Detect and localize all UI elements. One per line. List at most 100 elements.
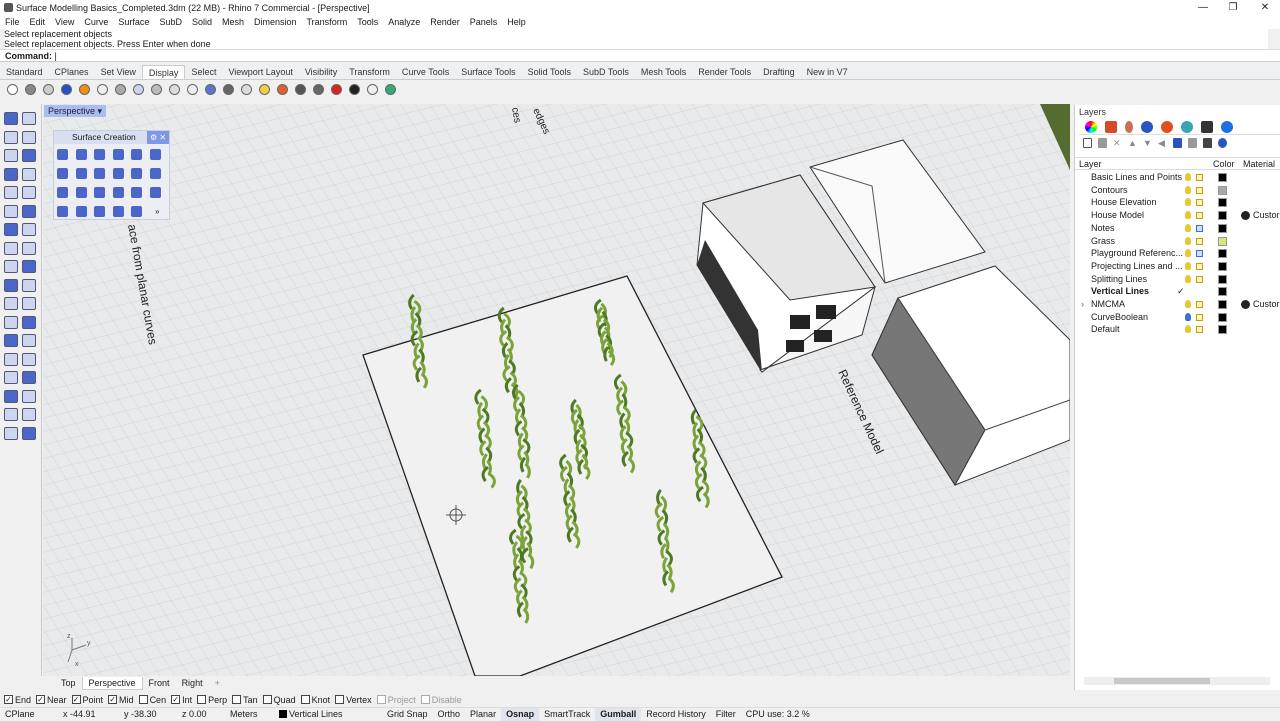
surface-tool-icon[interactable] <box>113 187 124 198</box>
layer-row[interactable]: Default <box>1075 323 1280 336</box>
surface-tool-icon[interactable] <box>94 149 105 160</box>
light-bulb-icon[interactable] <box>1185 313 1191 321</box>
minimize-button[interactable]: — <box>1188 0 1218 15</box>
tool-button-icon[interactable] <box>4 205 18 218</box>
tool-button-icon[interactable] <box>22 131 36 144</box>
tool-button-icon[interactable] <box>22 353 36 366</box>
layer-name[interactable]: CurveBoolean <box>1091 311 1148 323</box>
menu-analyze[interactable]: Analyze <box>383 15 425 29</box>
osnap-toggle[interactable]: Osnap <box>501 708 539 721</box>
environment-icon[interactable] <box>292 81 308 97</box>
checkbox-icon[interactable] <box>197 695 206 704</box>
checkbox-icon[interactable] <box>301 695 310 704</box>
menu-subd[interactable]: SubD <box>154 15 187 29</box>
move-up-icon[interactable]: ▲ <box>1128 138 1137 148</box>
tool-button-icon[interactable] <box>4 390 18 403</box>
move-down-icon[interactable]: ▼ <box>1143 138 1152 148</box>
environments-tab-icon[interactable] <box>1181 121 1193 133</box>
planar-toggle[interactable]: Planar <box>465 708 501 721</box>
unlock-icon[interactable] <box>1196 212 1203 219</box>
close-button[interactable]: ✕ <box>1250 0 1280 15</box>
surface-tool-icon[interactable] <box>113 149 124 160</box>
surface-tool-icon[interactable] <box>76 206 87 217</box>
surface-tool-icon[interactable] <box>131 149 142 160</box>
x-ray-icon[interactable] <box>94 81 110 97</box>
tool-button-icon[interactable] <box>4 149 18 162</box>
tool-button-icon[interactable] <box>4 427 18 440</box>
osnap-quad[interactable]: Quad <box>263 695 296 705</box>
menu-solid[interactable]: Solid <box>187 15 217 29</box>
tab-surface-tools[interactable]: Surface Tools <box>455 65 521 79</box>
lights-tab-icon[interactable] <box>1161 121 1173 133</box>
tools-icon[interactable] <box>1203 138 1212 148</box>
layer-name[interactable]: Vertical Lines <box>1091 285 1149 297</box>
unlock-icon[interactable] <box>1196 238 1203 245</box>
surface-creation-header[interactable]: Surface Creation ⚙ ✕ <box>54 131 169 144</box>
tool-button-icon[interactable] <box>22 371 36 384</box>
move-out-icon[interactable]: ◀ <box>1158 138 1167 148</box>
menu-surface[interactable]: Surface <box>113 15 154 29</box>
layer-row[interactable]: CurveBoolean <box>1075 311 1280 324</box>
checkbox-icon[interactable] <box>421 695 430 704</box>
checkbox-icon[interactable] <box>263 695 272 704</box>
osnap-tan[interactable]: Tan <box>232 695 258 705</box>
surface-tool-icon[interactable] <box>76 149 87 160</box>
checkbox-icon[interactable] <box>335 695 344 704</box>
osnap-perp[interactable]: Perp <box>197 695 227 705</box>
artistic-icon[interactable] <box>130 81 146 97</box>
menu-help[interactable]: Help <box>502 15 531 29</box>
properties-tab-icon[interactable] <box>1085 121 1097 133</box>
record-history-toggle[interactable]: Record History <box>641 708 711 721</box>
layer-name[interactable]: House Model <box>1091 209 1144 221</box>
layer-name[interactable]: Notes <box>1091 222 1115 234</box>
surface-tool-icon[interactable] <box>150 168 161 179</box>
tool-button-icon[interactable] <box>22 297 36 310</box>
smarttrack-toggle[interactable]: SmartTrack <box>539 708 595 721</box>
osnap-point[interactable]: ✓ Point <box>72 695 104 705</box>
light-bulb-icon[interactable] <box>1185 275 1191 283</box>
osnap-int[interactable]: ✓ Int <box>171 695 192 705</box>
surface-tool-icon[interactable] <box>150 187 161 198</box>
menu-mesh[interactable]: Mesh <box>217 15 249 29</box>
tab-render-tools[interactable]: Render Tools <box>692 65 757 79</box>
rendered-icon[interactable] <box>58 81 74 97</box>
perspective-viewport[interactable]: ace from planar curves Reference Model c… <box>43 104 1070 676</box>
surface-tool-icon[interactable] <box>57 206 68 217</box>
maximize-button[interactable]: ❐ <box>1218 0 1248 15</box>
osnap-near[interactable]: ✓ Near <box>36 695 67 705</box>
shaded-icon[interactable] <box>22 81 38 97</box>
tab-mesh-tools[interactable]: Mesh Tools <box>635 65 692 79</box>
osnap-knot[interactable]: Knot <box>301 695 331 705</box>
layer-color-swatch[interactable] <box>1218 173 1227 182</box>
isolate-icon[interactable] <box>364 81 380 97</box>
surface-tool-icon[interactable] <box>76 187 87 198</box>
set-camera-icon[interactable] <box>202 81 218 97</box>
toolbar-close-icon[interactable]: ⚙ ✕ <box>147 131 169 144</box>
layer-row[interactable]: Splitting Lines <box>1075 273 1280 286</box>
tab-standard[interactable]: Standard <box>0 65 49 79</box>
surface-tool-icon[interactable] <box>94 206 105 217</box>
tool-button-icon[interactable] <box>22 168 36 181</box>
tab-transform[interactable]: Transform <box>343 65 396 79</box>
camera-icon[interactable] <box>310 81 326 97</box>
surface-tool-icon[interactable] <box>150 149 161 160</box>
menu-panels[interactable]: Panels <box>465 15 503 29</box>
unlock-icon[interactable] <box>1196 263 1203 270</box>
light-bulb-icon[interactable] <box>1185 249 1191 257</box>
viewport-tab-front[interactable]: Front <box>143 677 176 690</box>
checkbox-icon[interactable]: ✓ <box>72 695 81 704</box>
surface-tool-icon[interactable] <box>94 168 105 179</box>
tool-button-icon[interactable] <box>22 205 36 218</box>
tab-new-in-v7[interactable]: New in V7 <box>801 65 854 79</box>
surface-tool-icon[interactable] <box>131 206 142 217</box>
layer-column-header[interactable]: Layer <box>1079 159 1102 169</box>
menu-render[interactable]: Render <box>425 15 465 29</box>
tool-button-icon[interactable] <box>22 334 36 347</box>
menu-view[interactable]: View <box>50 15 79 29</box>
surface-tool-icon[interactable] <box>131 187 142 198</box>
osnap-project[interactable]: Project <box>377 695 416 705</box>
layer-name[interactable]: Default <box>1091 323 1120 335</box>
layers-tab-icon[interactable] <box>1105 121 1117 133</box>
layer-row[interactable]: Grass <box>1075 235 1280 248</box>
osnap-end[interactable]: ✓ End <box>4 695 31 705</box>
